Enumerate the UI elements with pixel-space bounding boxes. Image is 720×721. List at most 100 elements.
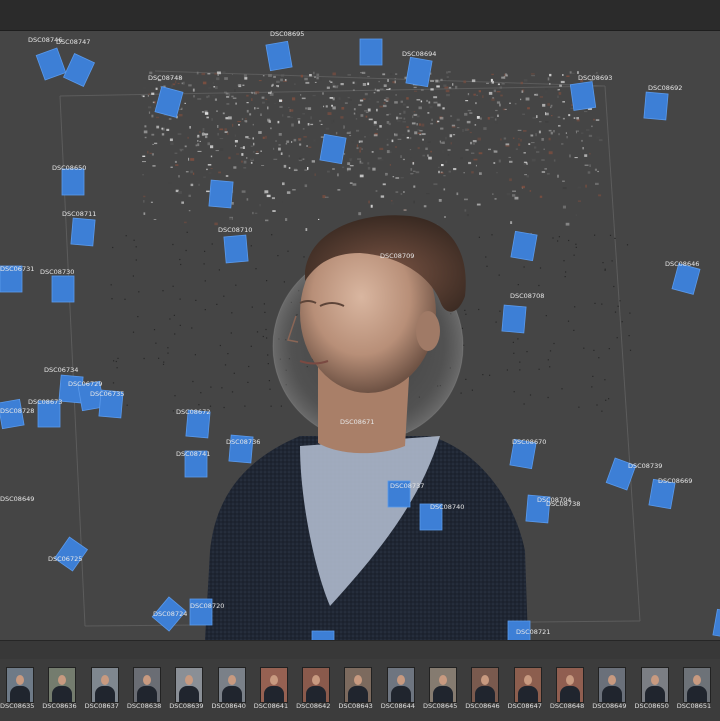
camera-label: DSC08728	[0, 407, 35, 415]
filmstrip-thumbnail[interactable]: DSC08635	[0, 667, 36, 710]
thumbnail-label: DSC08647	[507, 702, 542, 710]
filmstrip-thumbnail[interactable]: DSC08646	[465, 667, 501, 710]
camera-label: DSC08649	[0, 495, 35, 503]
camera-frustum[interactable]	[319, 133, 347, 165]
thumbnail-label: DSC08645	[423, 702, 458, 710]
thumbnail-label: DSC08636	[42, 702, 77, 710]
thumbnail-label: DSC08646	[465, 702, 500, 710]
camera-label: DSC08695	[270, 31, 305, 38]
camera-label: DSC06729	[68, 380, 103, 388]
ear-points	[416, 311, 440, 351]
top-toolbar	[0, 0, 720, 31]
thumbnail-label: DSC08639	[169, 702, 204, 710]
filmstrip-thumbnail[interactable]: DSC08648	[550, 667, 586, 710]
camera-label: DSC06735	[90, 390, 125, 398]
camera-label: DSC08738	[546, 500, 581, 508]
image-filmstrip: DSC08635 DSC08636 DSC08637 DSC08638 DSC08639…	[0, 640, 720, 721]
camera-frustum[interactable]	[61, 168, 85, 196]
thumbnail-label: DSC08649	[592, 702, 627, 710]
camera-label: DSC06734	[44, 366, 79, 374]
point-cloud-scene	[0, 38, 720, 640]
3d-viewport[interactable]: DSC08746 DSC08747 DSC08695 DSC08694 DSC08748…	[0, 31, 720, 640]
thumbnail-image	[175, 667, 204, 703]
filmstrip-thumbnail[interactable]: DSC08649	[592, 667, 628, 710]
thumbnail-label: DSC08650	[634, 702, 669, 710]
thumbnail-label: DSC08638	[126, 702, 162, 710]
filmstrip-thumbnail[interactable]: DSC08640	[212, 667, 248, 710]
thumbnail-label: DSC08640	[211, 702, 246, 710]
thumbnail-image	[344, 667, 373, 703]
filmstrip-thumbnail[interactable]: DSC08645	[423, 667, 459, 710]
camera-label: DSC06725	[48, 555, 83, 563]
thumbnail-image	[386, 667, 415, 703]
camera-frustum[interactable]	[154, 86, 184, 118]
camera-label: DSC08748	[148, 74, 183, 82]
thumbnail-image	[217, 667, 246, 703]
camera-frustum[interactable]	[311, 630, 335, 640]
camera-label: DSC08708	[510, 292, 545, 300]
thumbnail-label: DSC08644	[380, 702, 416, 710]
filmstrip-thumbnail[interactable]: DSC08639	[169, 667, 205, 710]
thumbnail-image	[471, 667, 500, 703]
camera-label: DSC08710	[218, 226, 253, 234]
thumbnail-image	[259, 667, 288, 703]
camera-frustum[interactable]	[223, 234, 249, 264]
camera-label: DSC08747	[56, 38, 91, 46]
camera-frustum[interactable]	[51, 275, 75, 303]
camera-label: DSC08671	[340, 418, 375, 426]
camera-label: DSC08730	[40, 268, 75, 276]
camera-frustum[interactable]	[405, 56, 433, 88]
camera-frustum[interactable]	[63, 53, 95, 87]
camera-frustum[interactable]	[671, 263, 701, 295]
camera-frustum[interactable]	[510, 230, 538, 262]
camera-label: DSC08670	[512, 438, 547, 446]
thumbnail-label: DSC08642	[296, 702, 331, 710]
camera-label: DSC08694	[402, 50, 437, 58]
camera-frustum[interactable]	[712, 608, 720, 640]
thumbnail-label: DSC08643	[338, 702, 373, 710]
camera-label: DSC08736	[226, 438, 261, 446]
camera-frustum[interactable]	[501, 304, 527, 334]
camera-label: DSC08709	[380, 252, 415, 260]
filmstrip-header	[0, 641, 720, 659]
thumbnail-image	[598, 667, 627, 703]
filmstrip-thumbnail[interactable]: DSC08636	[42, 667, 78, 710]
thumbnail-image	[302, 667, 331, 703]
filmstrip-thumbnail[interactable]: DSC08647	[508, 667, 544, 710]
filmstrip-thumbnail[interactable]: DSC08643	[338, 667, 374, 710]
thumbnail-image	[640, 667, 669, 703]
camera-label: DSC08724	[153, 610, 188, 618]
filmstrip-thumbnail[interactable]: DSC08638	[127, 667, 163, 710]
camera-label: DSC08673	[28, 398, 63, 406]
camera-frustum[interactable]	[359, 38, 383, 66]
camera-frustum[interactable]	[208, 179, 234, 209]
camera-label: DSC08692	[648, 84, 683, 92]
camera-frustum[interactable]	[643, 91, 669, 121]
thumbnail-image	[682, 667, 711, 703]
camera-label: DSC08646	[665, 260, 700, 268]
thumbnail-image	[429, 667, 457, 703]
filmstrip-thumbnail[interactable]: DSC08651	[677, 667, 713, 710]
camera-label: DSC08739	[628, 462, 663, 470]
camera-frustum[interactable]	[70, 217, 96, 247]
thumbnail-image	[48, 667, 77, 703]
camera-frustum[interactable]	[569, 81, 597, 111]
camera-frustum[interactable]	[265, 40, 293, 72]
camera-label: DSC08740	[430, 503, 465, 511]
camera-label: DSC08737	[390, 482, 425, 490]
thumbnail-image	[6, 667, 34, 703]
camera-label: DSC08669	[658, 477, 693, 485]
filmstrip-thumbnail[interactable]: DSC08637	[85, 667, 121, 710]
camera-label: DSC06731	[0, 265, 35, 273]
camera-label: DSC08721	[516, 628, 551, 636]
thumbnail-image	[132, 667, 161, 703]
filmstrip-thumbnail[interactable]: DSC08641	[254, 667, 290, 710]
filmstrip-thumbnail[interactable]: DSC08644	[381, 667, 417, 710]
thumbnail-label: DSC08648	[549, 702, 585, 710]
camera-label: DSC08711	[62, 210, 97, 218]
filmstrip-thumbnail[interactable]: DSC08642	[296, 667, 332, 710]
thumbnail-label: DSC08641	[253, 702, 289, 710]
thumbnail-image	[555, 667, 584, 703]
camera-frustum[interactable]	[35, 47, 67, 81]
filmstrip-thumbnail[interactable]: DSC08650	[635, 667, 671, 710]
